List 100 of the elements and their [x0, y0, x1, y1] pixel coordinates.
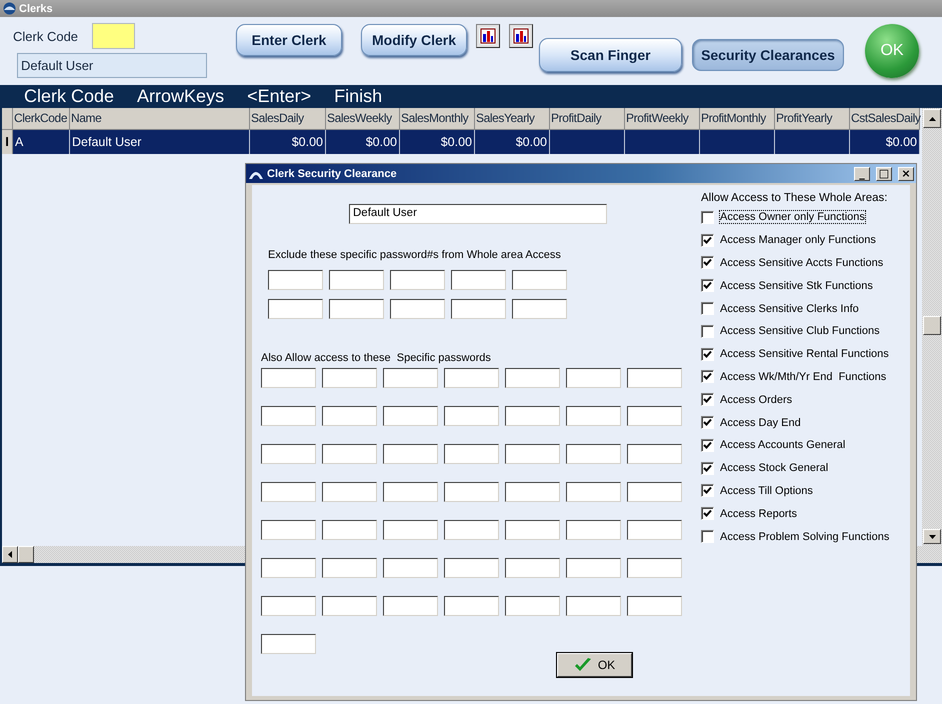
- button[interactable]: Security Clearances: [692, 39, 844, 71]
- checkbox[interactable]: [701, 348, 714, 361]
- checkbox[interactable]: [701, 279, 714, 292]
- password-field[interactable]: [322, 596, 377, 616]
- checkbox-label[interactable]: Access Sensitive Stk Functions: [720, 280, 873, 292]
- checkbox[interactable]: [701, 438, 714, 452]
- password-field[interactable]: [383, 520, 438, 540]
- password-field[interactable]: [627, 558, 682, 578]
- password-field[interactable]: [329, 270, 384, 290]
- password-field[interactable]: [261, 520, 316, 540]
- column-header[interactable]: Name: [70, 108, 250, 130]
- password-field[interactable]: [444, 368, 499, 388]
- password-field[interactable]: [627, 520, 682, 540]
- column-header[interactable]: ClerkCode: [13, 108, 70, 130]
- password-field[interactable]: [383, 558, 438, 578]
- checkbox-label[interactable]: Access Problem Solving Functions: [720, 530, 890, 543]
- column-header[interactable]: SalesYearly: [475, 108, 550, 130]
- checkbox[interactable]: [701, 256, 714, 270]
- clerk-code-field[interactable]: [92, 23, 136, 49]
- password-field[interactable]: [566, 482, 621, 502]
- password-field[interactable]: [390, 270, 445, 290]
- password-field[interactable]: [627, 406, 682, 426]
- column-header[interactable]: ProfitMonthly: [700, 108, 775, 130]
- password-field[interactable]: [505, 368, 560, 388]
- checkbox[interactable]: [701, 234, 714, 247]
- password-field[interactable]: [268, 270, 323, 290]
- password-field[interactable]: [329, 299, 384, 319]
- password-field[interactable]: [505, 444, 560, 464]
- password-field[interactable]: [505, 520, 560, 540]
- checkbox[interactable]: [701, 416, 714, 430]
- password-field[interactable]: [268, 299, 323, 319]
- password-field[interactable]: [505, 596, 560, 616]
- column-header[interactable]: SalesDaily: [250, 108, 326, 130]
- password-field[interactable]: [383, 596, 438, 616]
- password-field[interactable]: [390, 299, 445, 319]
- password-field[interactable]: [505, 558, 560, 578]
- button[interactable]: Enter Clerk: [236, 24, 342, 56]
- column-header[interactable]: CstSalesDaily: [850, 108, 920, 130]
- checkbox-label[interactable]: Access Sensitive Clerks Info: [720, 302, 859, 315]
- column-header[interactable]: ProfitDaily: [550, 108, 625, 130]
- password-field[interactable]: [322, 406, 377, 426]
- password-field[interactable]: [322, 482, 377, 502]
- password-field[interactable]: [566, 368, 621, 388]
- password-field[interactable]: [566, 444, 621, 464]
- window-control-button[interactable]: ×: [898, 166, 914, 180]
- checkbox[interactable]: [701, 393, 714, 406]
- checkbox-label[interactable]: Access Reports: [720, 508, 798, 520]
- vertical-scrollbar[interactable]: [922, 108, 942, 563]
- checkbox[interactable]: [701, 530, 714, 544]
- password-field[interactable]: [566, 406, 621, 426]
- window-control-button[interactable]: _: [854, 166, 870, 180]
- ok-button[interactable]: OK: [557, 653, 632, 677]
- checkbox[interactable]: [701, 324, 714, 338]
- checkbox[interactable]: [701, 507, 714, 520]
- password-field[interactable]: [261, 482, 316, 502]
- password-field[interactable]: [322, 558, 377, 578]
- password-field[interactable]: [444, 444, 499, 464]
- password-field[interactable]: [322, 444, 377, 464]
- password-field[interactable]: [444, 558, 499, 578]
- password-field[interactable]: [261, 406, 316, 426]
- password-field[interactable]: [566, 520, 621, 540]
- checkbox-label[interactable]: Access Sensitive Accts Functions: [720, 256, 884, 269]
- password-field[interactable]: [505, 406, 560, 426]
- clerk-name-field[interactable]: Default User: [17, 53, 207, 78]
- scroll-thumb[interactable]: [18, 546, 34, 563]
- password-field[interactable]: [627, 482, 682, 502]
- chart-button[interactable]: [476, 24, 500, 48]
- table-row[interactable]: I A Default User $0.00 $0.00 $0.00 $0.00 $0.00: [2, 130, 920, 154]
- password-field[interactable]: [261, 558, 316, 578]
- password-field[interactable]: [444, 482, 499, 502]
- checkbox-label[interactable]: Access Orders: [720, 394, 792, 406]
- checkbox-label[interactable]: Access Stock General: [720, 462, 828, 474]
- button[interactable]: Scan Finger: [539, 38, 682, 72]
- password-field[interactable]: [566, 596, 621, 616]
- checkbox-label[interactable]: Access Day End: [720, 416, 801, 429]
- password-field[interactable]: [444, 596, 499, 616]
- checkbox-label[interactable]: Access Manager only Functions: [720, 234, 876, 246]
- checkbox-label[interactable]: Access Owner only Functions: [720, 211, 865, 224]
- window-control-button[interactable]: □: [876, 166, 892, 180]
- password-field[interactable]: [383, 368, 438, 388]
- password-field[interactable]: [383, 444, 438, 464]
- password-field[interactable]: [444, 520, 499, 540]
- name-field[interactable]: Default User: [349, 204, 607, 224]
- checkbox-label[interactable]: Access Sensitive Club Functions: [720, 325, 880, 338]
- password-field[interactable]: [261, 596, 316, 616]
- button[interactable]: Modify Clerk: [361, 24, 467, 56]
- password-field[interactable]: [627, 596, 682, 616]
- password-field[interactable]: [566, 558, 621, 578]
- column-header[interactable]: ProfitWeekly: [625, 108, 700, 130]
- checkbox-label[interactable]: Access Accounts General: [720, 439, 846, 452]
- checkbox[interactable]: [701, 462, 714, 475]
- scroll-thumb[interactable]: [923, 316, 941, 335]
- checkbox-label[interactable]: Access Sensitive Rental Functions: [720, 348, 889, 360]
- password-field[interactable]: [261, 368, 316, 388]
- password-field[interactable]: [261, 634, 316, 654]
- column-header[interactable]: ProfitYearly: [775, 108, 850, 130]
- password-field[interactable]: [512, 270, 567, 290]
- checkbox[interactable]: [701, 210, 714, 224]
- password-field[interactable]: [383, 482, 438, 502]
- checkbox[interactable]: [701, 370, 714, 384]
